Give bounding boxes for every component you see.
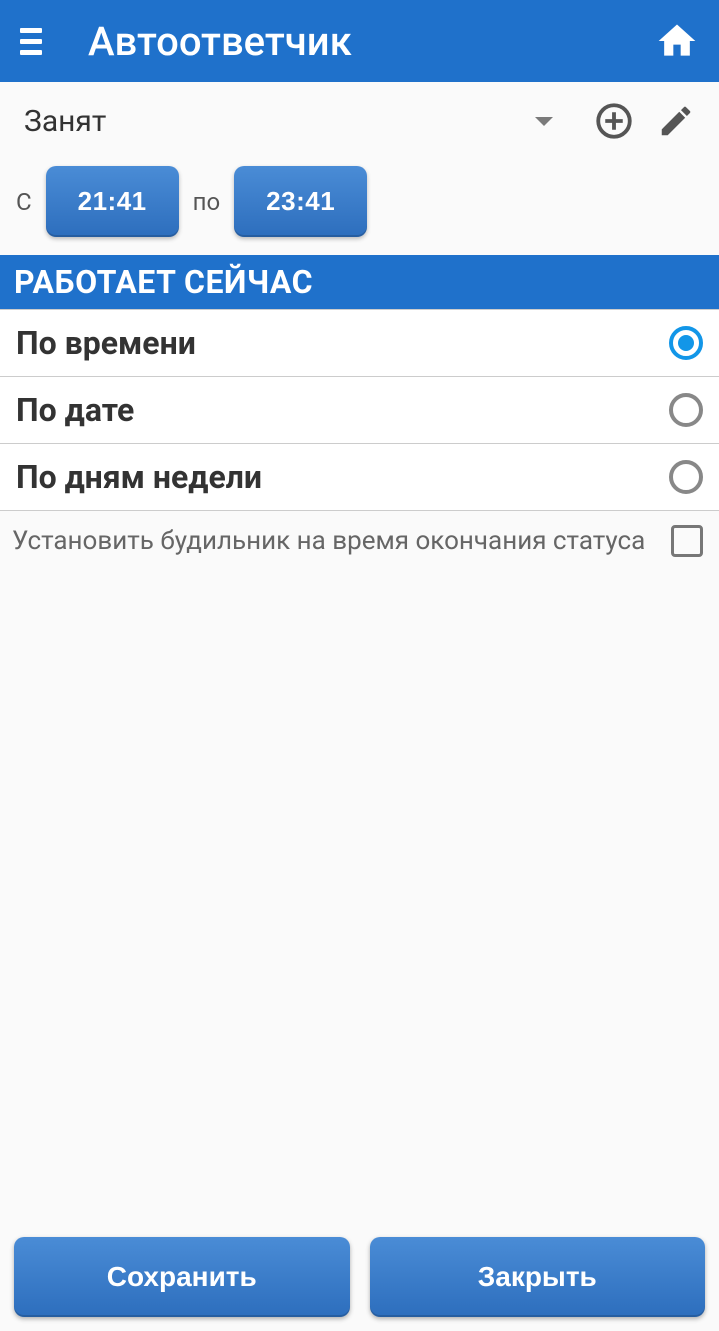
option-label: По дням недели [16,458,669,496]
section-header: РАБОТАЕТ СЕЙЧАС [0,255,719,309]
save-button[interactable]: Сохранить [14,1237,350,1317]
time-from-button[interactable]: 21:41 [46,166,179,237]
close-button[interactable]: Закрыть [370,1237,706,1317]
option-by-date[interactable]: По дате [0,377,719,444]
chevron-down-icon [535,117,553,126]
status-dropdown[interactable]: Занят [24,104,577,139]
option-label: По времени [16,324,669,362]
footer-actions: Сохранить Закрыть [14,1237,705,1317]
app-bar: Автоответчик [0,0,719,82]
radio-icon [669,326,703,360]
checkbox-icon[interactable] [671,525,703,557]
add-button[interactable] [589,96,639,146]
option-label: По дате [16,391,669,429]
page-title: Автоответчик [88,18,352,65]
status-dropdown-value: Занят [24,104,106,139]
time-range-row: С 21:41 по 23:41 [0,160,719,255]
time-to-label: по [193,188,221,216]
status-toolbar: Занят [0,82,719,160]
edit-icon[interactable] [651,96,701,146]
alarm-label: Установить будильник на время окончания … [12,526,671,556]
option-by-weekday[interactable]: По дням недели [0,444,719,511]
radio-icon [669,393,703,427]
option-by-time[interactable]: По времени [0,309,719,377]
time-from-label: С [16,188,32,216]
schedule-options: По времени По дате По дням недели [0,309,719,511]
menu-icon[interactable] [20,21,60,61]
home-icon[interactable] [655,19,699,63]
radio-icon [669,460,703,494]
time-to-button[interactable]: 23:41 [234,166,367,237]
alarm-row[interactable]: Установить будильник на время окончания … [0,511,719,571]
